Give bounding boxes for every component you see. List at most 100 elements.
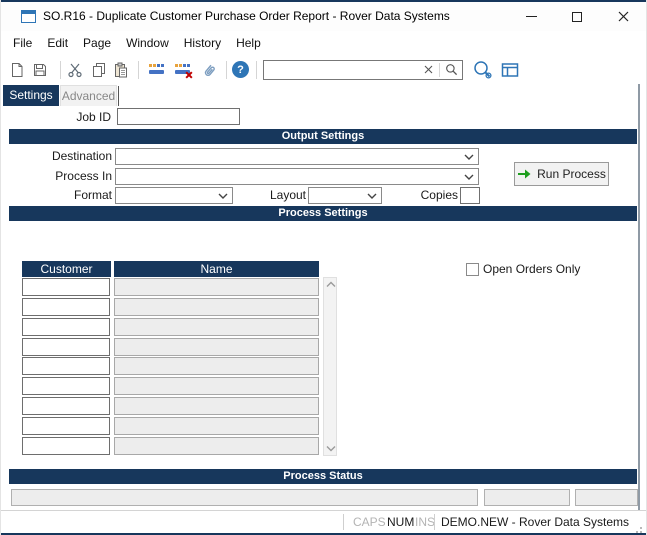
open-orders-checkbox[interactable] [466,263,479,276]
chevron-down-icon [218,193,228,199]
delete-row-button[interactable] [175,62,192,77]
customer-input[interactable] [22,338,110,356]
ins-indicator: INS [415,511,435,533]
search-clear-icon[interactable] [424,65,433,74]
zoom-view-icon [472,60,494,80]
toolbar-separator [226,61,227,79]
customer-name-cell [114,377,319,395]
copy-button[interactable] [91,62,107,78]
maximize-button[interactable] [554,2,600,31]
toolbar: ? [1,56,519,83]
customer-input[interactable] [22,357,110,375]
customer-name-cell [114,417,319,435]
help-icon: ? [232,61,249,78]
customer-input[interactable] [22,417,110,435]
copies-label: Copies [386,187,458,204]
table-header-customer: Customer [22,261,111,277]
chevron-down-icon [367,193,377,199]
chevron-down-icon [464,174,474,180]
maximize-icon [572,12,582,22]
customer-name-cell [114,397,319,415]
zoom-view-button[interactable] [472,60,494,80]
tab-advanced[interactable]: Advanced [60,85,117,106]
process-settings-header: Process Settings [9,206,637,221]
process-in-select[interactable] [115,168,479,185]
copies-input[interactable] [460,187,480,204]
open-orders-label: Open Orders Only [483,262,580,277]
destination-label: Destination [1,148,112,165]
tab-settings[interactable]: Settings [3,85,59,106]
window-top-border [1,0,646,2]
customer-name-cell [114,437,319,455]
num-indicator: NUM [387,511,414,533]
search-divider [439,63,440,77]
customer-input[interactable] [22,437,110,455]
paste-icon [113,62,129,78]
process-status-header: Process Status [9,469,637,484]
customer-input[interactable] [22,298,110,316]
new-document-icon [9,62,25,78]
scroll-up-icon[interactable] [326,281,336,288]
window-title: SO.R16 - Duplicate Customer Purchase Ord… [43,9,450,23]
session-info: DEMO.NEW - Rover Data Systems [441,511,629,533]
menu-help[interactable]: Help [236,34,261,52]
destination-select[interactable] [115,148,479,165]
menu-page[interactable]: Page [83,34,111,52]
statusbar-separator [343,514,344,530]
format-select[interactable] [115,187,233,204]
grid-layout-button[interactable] [501,62,519,78]
customer-name-cell [114,298,319,316]
customer-name-cell [114,278,319,296]
table-scrollbar[interactable] [323,277,337,456]
paperclip-icon [198,61,216,79]
title-bar[interactable]: SO.R16 - Duplicate Customer Purchase Ord… [1,2,646,31]
minimize-button[interactable] [508,2,554,31]
search-icon[interactable] [445,63,458,76]
toolbar-search-box [263,60,463,80]
toolbar-separator [60,61,61,79]
customer-name-cell [114,318,319,336]
close-button[interactable] [600,2,646,31]
insert-row-icon [149,62,166,77]
application-window: SO.R16 - Duplicate Customer Purchase Ord… [0,0,647,535]
table-header-name: Name [114,261,319,277]
menu-history[interactable]: History [184,34,221,52]
scroll-down-icon[interactable] [326,445,336,452]
statusbar-separator [434,514,435,530]
delete-row-icon [175,62,192,77]
menu-file[interactable]: File [13,34,32,52]
layout-label: Layout [241,187,306,204]
toolbar-separator [138,61,139,79]
resize-grip[interactable] [640,527,642,529]
search-input[interactable] [268,63,424,77]
customer-input[interactable] [22,377,110,395]
customer-name-cell [114,338,319,356]
close-icon [618,11,629,22]
tab-divider [118,86,119,106]
cut-button[interactable] [67,62,83,78]
menu-window[interactable]: Window [126,34,169,52]
output-settings-header: Output Settings [9,129,637,144]
insert-row-button[interactable] [149,62,166,77]
minimize-icon [526,16,537,17]
menu-bar: File Edit Page Window History Help [1,33,636,53]
attachment-button[interactable] [198,61,216,79]
toolbar-separator [256,61,257,79]
status-bar: CAPS NUM INS DEMO.NEW - Rover Data Syste… [1,510,646,533]
customer-input[interactable] [22,278,110,296]
run-process-button[interactable]: Run Process [514,162,609,186]
new-document-button[interactable] [9,62,25,78]
customer-input[interactable] [22,397,110,415]
layout-select[interactable] [308,187,382,204]
job-id-input[interactable] [117,108,240,125]
paste-button[interactable] [113,62,129,78]
save-button[interactable] [32,62,48,78]
process-status-field-main [11,489,478,506]
help-button[interactable]: ? [232,61,249,78]
caps-indicator: CAPS [353,511,386,533]
customer-name-cell [114,357,319,375]
customer-input[interactable] [22,318,110,336]
menu-edit[interactable]: Edit [47,34,68,52]
chevron-down-icon [464,154,474,160]
format-label: Format [1,187,112,204]
